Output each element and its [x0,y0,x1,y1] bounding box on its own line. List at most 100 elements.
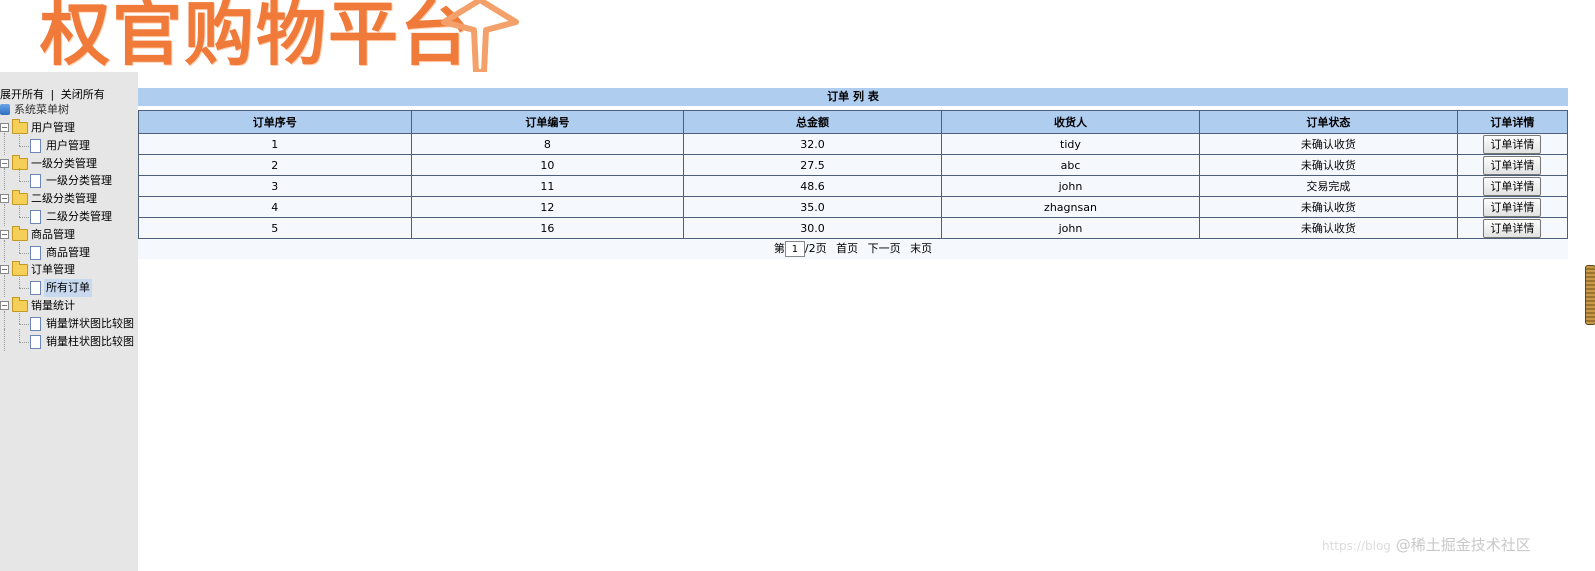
collapse-toggle-icon[interactable]: − [0,229,9,239]
folder-icon [12,190,28,206]
collapse-toggle-icon[interactable]: − [0,265,9,275]
page-number-input[interactable] [784,241,805,257]
tree-connector [4,204,5,226]
tree-connector [19,181,29,183]
cell-number: 12 [410,196,685,218]
tree-folder-3[interactable]: − 商品管理 [0,225,77,244]
column-header: 订单状态 [1199,110,1458,134]
order-list-panel: 订单 列 表 订单序号 订单编号 总金额 收货人 订单状态 订单详情 1 8 32.0 tidy… [138,88,1569,259]
cell-number: 10 [410,154,685,176]
cell-status: 未确认收货 [1199,154,1458,176]
tree-folder-label: 二级分类管理 [31,192,97,206]
tree-leaf-4-0[interactable]: 所有订单 [0,275,92,298]
tree-leaf-label: 商品管理 [46,245,90,259]
watermark: https://blog @稀土掘金技术社区 [1322,534,1531,555]
collapse-toggle-icon[interactable]: − [0,194,9,204]
tree-connector [19,217,29,218]
order-detail-button[interactable]: 订单详情 [1483,134,1542,154]
page-icon [30,245,41,260]
collapse-all-link[interactable]: 关闭所有 [61,88,105,101]
page-icon [30,138,41,153]
cell-seq: 2 [138,154,412,176]
tree-connector [19,168,20,182]
banner: 权官购物平台 [0,0,1595,72]
order-detail-button[interactable]: 订单详情 [1483,218,1542,238]
tree-connector [19,252,29,254]
column-header: 收货人 [940,110,1201,134]
cell-seq: 4 [138,196,412,218]
folder-icon [12,119,28,134]
scrollbar-thumb[interactable] [1585,265,1595,325]
tree-folder-4[interactable]: − 订单管理 [0,261,77,279]
cell-seq: 5 [138,217,412,239]
tree-leaf-5-0[interactable]: 销量饼状图比较图 [0,310,136,333]
tree-connector [19,204,20,217]
order-list-title: 订单 列 表 [138,88,1568,107]
tree-leaf-3-0[interactable]: 商品管理 [0,239,92,262]
tree-folder-2[interactable]: − 二级分类管理 [0,190,99,208]
tree-connector [4,328,5,351]
pagination: 第/2页 首页 下一页 末页 [138,239,1568,259]
cell-number: 16 [410,217,685,239]
collapse-toggle-icon[interactable]: − [0,158,9,168]
cell-total: 35.0 [683,196,942,218]
column-header: 订单详情 [1456,110,1569,134]
tree-leaf-label: 一级分类管理 [46,174,112,188]
cell-total: 48.6 [683,175,942,197]
tree-connector [19,328,20,342]
tree-leaf-0-0[interactable]: 用户管理 [0,132,92,155]
tree-root[interactable]: 系统菜单树 [0,101,71,119]
tree-folder-label: 订单管理 [31,263,75,277]
page-icon [30,281,41,296]
collapse-toggle-icon[interactable]: − [0,123,9,132]
pager-suffix: /2页 [804,242,827,255]
tree-leaf-label: 用户管理 [46,138,90,152]
tree-connector [19,145,29,147]
table-header-row: 订单序号 订单编号 总金额 收货人 订单状态 订单详情 [138,110,1569,134]
tree-folder-label: 销量统计 [31,299,75,312]
cell-status: 未确认收货 [1199,133,1458,155]
folder-icon [12,225,28,241]
tree-folder-label: 用户管理 [31,121,75,134]
cell-receiver: abc [940,154,1201,176]
cell-detail: 订单详情 [1456,154,1569,176]
tree-leaf-label: 销量柱状图比较图 [46,334,134,348]
tree-connector [19,275,20,289]
tree-folder-label: 一级分类管理 [31,156,97,170]
cell-seq: 1 [138,133,412,155]
expand-all-link[interactable]: 展开所有 [0,88,44,101]
orders-table: 订单序号 订单编号 总金额 收货人 订单状态 订单详情 1 8 32.0 tidy 未确认收货 订单… [138,110,1569,239]
order-detail-button[interactable]: 订单详情 [1483,197,1542,217]
cell-receiver: john [940,217,1201,239]
column-header: 总金额 [683,110,942,134]
tree-connector [4,275,5,298]
tree-leaf-2-0[interactable]: 二级分类管理 [0,204,114,226]
tree-connector [19,132,20,146]
table-row: 1 8 32.0 tidy 未确认收货 订单详情 [138,133,1569,155]
last-page-link[interactable]: 末页 [910,242,932,255]
tree-folder-5[interactable]: − 销量统计 [0,297,77,315]
next-page-link[interactable]: 下一页 [868,242,901,255]
cell-detail: 订单详情 [1456,196,1569,218]
collapse-toggle-icon[interactable]: − [0,301,9,310]
cell-seq: 3 [138,175,412,197]
cell-receiver: tidy [940,133,1201,155]
tree-folder-0[interactable]: − 用户管理 [0,119,77,137]
tree-folder-1[interactable]: − 一级分类管理 [0,154,99,173]
tree-folder-label: 商品管理 [31,227,75,241]
cell-status: 未确认收货 [1199,217,1458,239]
tree-connector [19,323,29,325]
folder-icon [12,297,28,312]
tree-connector [4,168,5,191]
order-detail-button[interactable]: 订单详情 [1483,155,1542,175]
cell-total: 27.5 [683,154,942,176]
tree-leaf-1-0[interactable]: 一级分类管理 [0,168,114,191]
order-detail-button[interactable]: 订单详情 [1483,176,1542,196]
first-page-link[interactable]: 首页 [836,242,858,255]
folder-icon [12,154,28,170]
tree-connector [4,239,5,262]
column-header: 订单序号 [138,110,412,134]
tree-leaf-5-1[interactable]: 销量柱状图比较图 [0,328,136,351]
table-row: 3 11 48.6 john 交易完成 订单详情 [138,175,1569,197]
tree-leaf-label: 所有订单 [44,279,92,298]
